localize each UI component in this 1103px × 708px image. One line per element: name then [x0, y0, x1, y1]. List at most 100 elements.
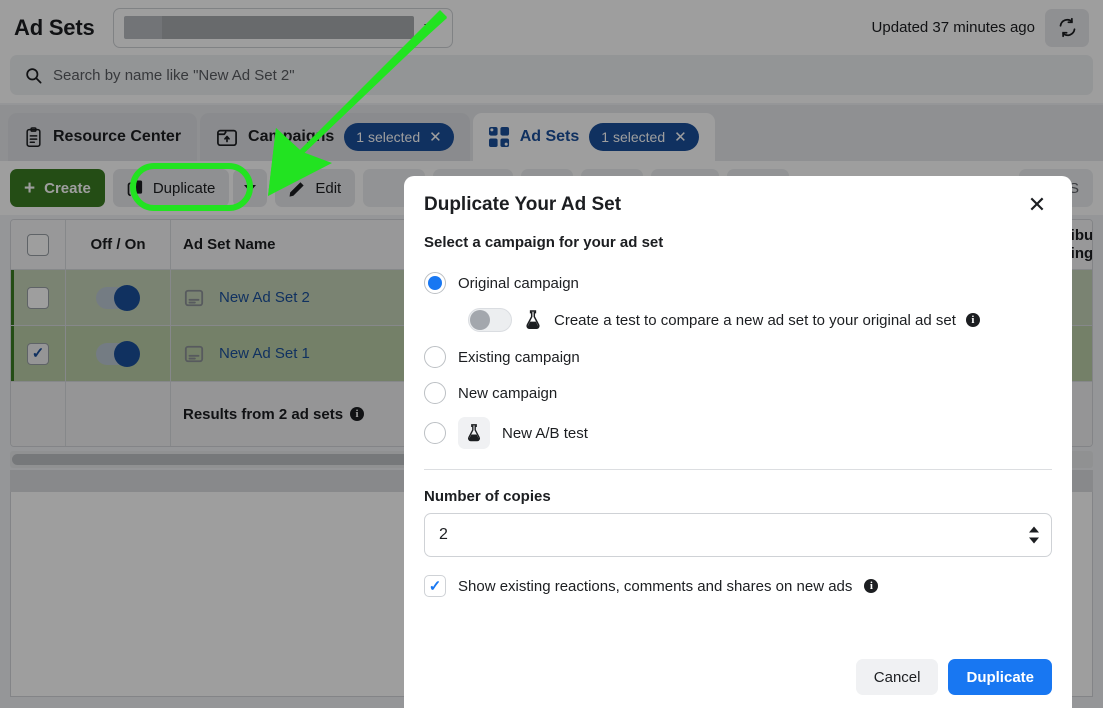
- app-root: Ad Sets Updated 37 minutes ago Search by…: [0, 0, 1103, 708]
- show-reactions-checkbox[interactable]: ✓: [424, 575, 446, 597]
- flask-chip: [458, 417, 490, 449]
- number-of-copies-input[interactable]: 2: [424, 513, 1052, 557]
- badge-label: 1 selected: [601, 129, 666, 145]
- campaign-section-label: Select a campaign for your ad set: [424, 234, 664, 251]
- flask-icon: [467, 424, 481, 442]
- ad-set-name-link[interactable]: New Ad Set 1: [219, 345, 310, 362]
- badge-label: 1 selected: [356, 129, 421, 145]
- radio-option-existing-campaign[interactable]: Existing campaign: [424, 339, 1052, 375]
- duplicate-label: Duplicate: [152, 179, 216, 197]
- top-bar-right: Updated 37 minutes ago: [871, 8, 1089, 47]
- tab-label: Resource Center: [53, 128, 182, 145]
- radio-button[interactable]: [424, 346, 446, 368]
- refresh-icon: [1059, 17, 1075, 38]
- edit-label: Edit: [315, 179, 342, 197]
- close-icon[interactable]: ✕: [674, 130, 687, 145]
- clipboard-icon: [26, 126, 41, 147]
- search-input[interactable]: Search by name like "New Ad Set 2": [10, 55, 1093, 95]
- info-icon[interactable]: i: [350, 407, 365, 421]
- ab-test-toggle[interactable]: [468, 308, 512, 332]
- plus-icon: +: [24, 177, 36, 199]
- radio-label: New A/B test: [502, 424, 588, 442]
- search-placeholder: Search by name like "New Ad Set 2": [53, 66, 295, 84]
- cancel-button[interactable]: Cancel: [855, 659, 939, 695]
- check-icon: ✓: [428, 577, 442, 595]
- check-icon: ✓: [31, 345, 45, 362]
- edit-button[interactable]: Edit: [275, 169, 356, 207]
- dialog-body: Select a campaign for your ad set Origin…: [404, 234, 1072, 597]
- row-checkbox[interactable]: ✓: [27, 342, 49, 365]
- spinner-up-icon[interactable]: [1029, 526, 1039, 533]
- search-row: Search by name like "New Ad Set 2": [0, 55, 1103, 103]
- adset-icon: [184, 345, 204, 362]
- search-icon: [26, 67, 42, 83]
- close-icon[interactable]: ✕: [1022, 190, 1052, 220]
- ad-set-name-link[interactable]: New Ad Set 2: [219, 289, 310, 306]
- radio-option-new-campaign[interactable]: New campaign: [424, 375, 1052, 411]
- dialog-title: Duplicate Your Ad Set: [424, 194, 622, 215]
- off-on-toggle[interactable]: [96, 284, 140, 311]
- total-empty-cell-2: [66, 382, 171, 446]
- grid-squares-icon: [488, 126, 509, 147]
- create-button[interactable]: + Create: [10, 169, 105, 207]
- duplicate-confirm-button[interactable]: Duplicate: [948, 659, 1052, 695]
- copies-stepper[interactable]: [1029, 526, 1039, 544]
- copies-field-label: Number of copies: [424, 488, 551, 505]
- row-select-cell: [11, 270, 66, 325]
- radio-label: Original campaign: [458, 274, 579, 292]
- radio-option-new-ab-test[interactable]: New A/B test: [424, 411, 1052, 455]
- row-toggle-cell: [66, 326, 171, 381]
- tab-resource-center[interactable]: Resource Center: [8, 113, 198, 161]
- account-selector[interactable]: [112, 7, 453, 48]
- ad-sets-selected-badge[interactable]: 1 selected ✕: [589, 123, 699, 151]
- radio-button[interactable]: [424, 382, 446, 404]
- tab-campaigns[interactable]: Campaigns 1 selected ✕: [200, 113, 470, 161]
- tab-label: Campaigns: [248, 128, 335, 145]
- chevron-down-icon: [423, 23, 438, 32]
- radio-button[interactable]: [424, 272, 446, 294]
- tab-ad-sets[interactable]: Ad Sets 1 selected ✕: [472, 113, 715, 161]
- tab-label: Ad Sets: [519, 128, 580, 145]
- scrollbar-thumb[interactable]: [12, 454, 412, 465]
- spinner-down-icon[interactable]: [1029, 537, 1039, 544]
- section-divider: [424, 469, 1052, 470]
- total-empty-cell-1: [11, 382, 66, 446]
- select-all-checkbox[interactable]: [27, 233, 49, 256]
- account-selector-redacted-value: [123, 16, 414, 39]
- duplicate-group: Duplicate: [112, 169, 268, 207]
- duplicate-dropdown-button[interactable]: [233, 169, 268, 207]
- updated-timestamp: Updated 37 minutes ago: [871, 19, 1035, 36]
- refresh-button[interactable]: [1045, 8, 1089, 47]
- dialog-footer: Cancel Duplicate: [404, 646, 1072, 708]
- ab-test-toggle-label: Create a test to compare a new ad set to…: [554, 311, 956, 329]
- info-icon[interactable]: i: [965, 313, 980, 327]
- duplicate-button[interactable]: Duplicate: [112, 169, 230, 207]
- copies-value: 2: [439, 526, 448, 543]
- info-icon[interactable]: i: [864, 579, 879, 593]
- radio-label: Existing campaign: [458, 348, 580, 366]
- row-select-cell: ✓: [11, 326, 66, 381]
- chevron-down-icon: [244, 184, 257, 192]
- page-title: Ad Sets: [14, 14, 95, 40]
- pencil-icon: [289, 181, 304, 197]
- header-select-all-cell: [11, 220, 66, 269]
- row-checkbox[interactable]: [27, 286, 49, 309]
- copy-icon: [127, 180, 142, 197]
- campaigns-selected-badge[interactable]: 1 selected ✕: [344, 123, 454, 151]
- adset-icon: [184, 289, 204, 306]
- top-bar: Ad Sets Updated 37 minutes ago: [0, 0, 1103, 55]
- ab-test-toggle-row[interactable]: Create a test to compare a new ad set to…: [424, 301, 1052, 339]
- dialog-header: Duplicate Your Ad Set ✕: [404, 176, 1072, 234]
- results-summary: Results from 2 ad sets: [183, 405, 344, 423]
- duplicate-ad-set-dialog: Duplicate Your Ad Set ✕ Select a campaig…: [404, 176, 1072, 708]
- off-on-toggle[interactable]: [96, 340, 140, 367]
- radio-button[interactable]: [424, 422, 446, 444]
- radio-option-original-campaign[interactable]: Original campaign: [424, 265, 1052, 301]
- show-reactions-row[interactable]: ✓ Show existing reactions, comments and …: [424, 575, 1052, 597]
- show-reactions-label: Show existing reactions, comments and sh…: [458, 577, 853, 595]
- row-toggle-cell: [66, 270, 171, 325]
- tab-strip: Resource Center Campaigns 1 selected ✕ A…: [0, 105, 1103, 161]
- radio-label: New campaign: [458, 384, 558, 402]
- folder-up-icon: [217, 129, 238, 147]
- close-icon[interactable]: ✕: [429, 130, 442, 145]
